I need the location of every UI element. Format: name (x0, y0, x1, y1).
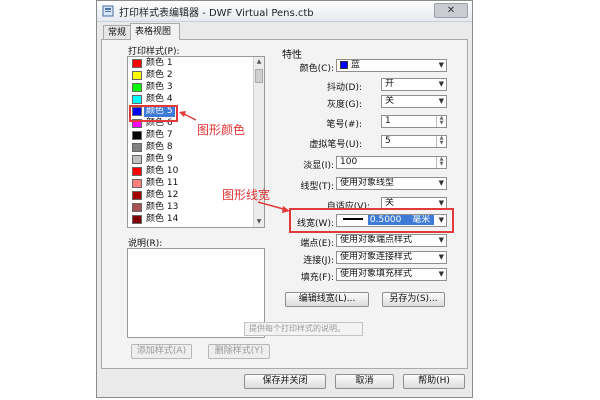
color-label: 颜色(C): (299, 64, 334, 74)
list-item-label: 颜色 12 (146, 190, 179, 200)
list-item[interactable]: 颜色 4 (128, 93, 264, 105)
chevron-down-icon: ▼ (438, 97, 444, 105)
color-dropdown[interactable]: 蓝 ▼ (336, 59, 447, 72)
pen-number-input[interactable]: 1 ▲ ▼ (381, 115, 447, 128)
list-item[interactable]: 颜色 1 (128, 57, 264, 69)
chevron-down-icon: ▼ (438, 61, 444, 69)
color-swatch (132, 131, 142, 140)
add-style-button[interactable]: 添加样式(A) (131, 344, 192, 359)
color-swatch (132, 143, 142, 152)
color-swatch (132, 179, 142, 188)
description-hint: 提供每个打印样式的说明。 (244, 322, 363, 336)
linetype-dropdown[interactable]: 使用对象线型 ▼ (336, 177, 447, 190)
fill-label: 填充(F): (300, 273, 334, 283)
list-item[interactable]: 颜色 9 (128, 153, 264, 165)
list-item-label: 颜色 8 (146, 142, 173, 152)
save-as-button[interactable]: 另存为(S)... (382, 292, 445, 307)
color-swatch (340, 61, 348, 69)
color-swatch (132, 95, 142, 104)
screening-label: 淡显(I): (303, 161, 334, 171)
window-title: 打印样式表编辑器 - DWF Virtual Pens.ctb (119, 8, 314, 19)
scroll-down-icon[interactable]: ▼ (254, 217, 264, 227)
virtual-pen-value: 5 (385, 136, 391, 146)
tab-general[interactable]: 常规 (103, 25, 131, 39)
color-swatch (132, 167, 142, 176)
cancel-button[interactable]: 取消 (335, 374, 394, 389)
color-swatch (132, 191, 142, 200)
chevron-down-icon: ▼ (438, 270, 444, 278)
screening-input[interactable]: 100 ▲ ▼ (336, 156, 447, 169)
chevron-down-icon: ▼ (438, 236, 444, 244)
spinner-icon[interactable]: ▲ ▼ (436, 157, 446, 168)
adaptive-value: 关 (385, 198, 395, 208)
close-icon: ✕ (446, 5, 456, 16)
chevron-down-icon: ▼ (438, 179, 444, 187)
tab-table-view-label: 表格视图 (135, 27, 172, 37)
endpoint-dropdown[interactable]: 使用对象端点样式 ▼ (336, 234, 447, 247)
list-item-label: 颜色 4 (146, 94, 173, 104)
list-item[interactable]: 颜色 2 (128, 69, 264, 81)
edit-lineweights-button[interactable]: 编辑线宽(L)... (285, 292, 369, 307)
chevron-down-icon: ▼ (438, 80, 444, 88)
title-bar: 打印样式表编辑器 - DWF Virtual Pens.ctb ✕ (97, 1, 472, 22)
linetype-label: 线型(T): (300, 182, 334, 192)
scroll-up-icon[interactable]: ▲ (254, 57, 264, 67)
list-item-label: 颜色 7 (146, 130, 173, 140)
pen-value: 1 (385, 116, 391, 126)
virtual-pen-input[interactable]: 5 ▲ ▼ (381, 135, 447, 148)
app-icon (102, 5, 114, 17)
fill-dropdown[interactable]: 使用对象填充样式 ▼ (336, 268, 447, 281)
color-swatch (132, 83, 142, 92)
list-item-label: 颜色 3 (146, 82, 173, 92)
dither-value: 开 (385, 79, 395, 89)
list-item-label: 颜色 14 (146, 214, 179, 224)
list-item-label: 颜色 11 (146, 178, 179, 188)
join-dropdown[interactable]: 使用对象连接样式 ▼ (336, 251, 447, 264)
dither-label: 抖动(D): (327, 83, 362, 93)
chevron-down-icon: ▼ (438, 253, 444, 261)
list-item[interactable]: 颜色 14 (128, 213, 264, 225)
color-swatch (132, 59, 142, 68)
tab-general-label: 常规 (108, 28, 127, 38)
lineweight-highlight-box (289, 208, 454, 233)
dither-dropdown[interactable]: 开 ▼ (381, 78, 447, 91)
screening-value: 100 (340, 157, 358, 167)
list-item-label: 颜色 13 (146, 202, 179, 212)
color-swatch (132, 71, 142, 80)
endpoint-label: 端点(E): (300, 239, 334, 249)
scroll-thumb[interactable] (255, 69, 263, 83)
graphic-lineweight-annotation: 图形线宽 (222, 188, 271, 202)
color-swatch (132, 203, 142, 212)
linetype-value: 使用对象线型 (340, 178, 395, 188)
help-button[interactable]: 帮助(H) (403, 374, 465, 389)
close-button[interactable]: ✕ (434, 3, 468, 18)
pen-label: 笔号(#): (326, 120, 362, 130)
delete-style-button[interactable]: 删除样式(Y) (208, 344, 270, 359)
tab-table-view[interactable]: 表格视图 (130, 23, 180, 40)
grayscale-value: 关 (385, 96, 395, 106)
color-swatch (132, 215, 142, 224)
endpoint-value: 使用对象端点样式 (340, 235, 413, 245)
join-value: 使用对象连接样式 (340, 252, 413, 262)
graphic-color-annotation: 图形颜色 (197, 123, 246, 137)
grayscale-label: 灰度(G): (326, 100, 362, 110)
list-item[interactable]: 颜色 3 (128, 81, 264, 93)
properties-title: 特性 (282, 50, 302, 61)
virtual-pen-label: 虚拟笔号(U): (309, 140, 362, 150)
color-swatch (132, 155, 142, 164)
join-label: 连接(J): (303, 256, 334, 266)
list-item[interactable]: 颜色 10 (128, 165, 264, 177)
list-item-label: 颜色 9 (146, 154, 173, 164)
save-and-close-button[interactable]: 保存并关闭 (244, 374, 326, 389)
list-item[interactable]: 颜色 8 (128, 141, 264, 153)
color-value: 蓝 (350, 60, 360, 70)
list-item-label: 颜色 2 (146, 70, 173, 80)
fill-value: 使用对象填充样式 (340, 269, 413, 279)
grayscale-dropdown[interactable]: 关 ▼ (381, 95, 447, 108)
list-item-label: 颜色 10 (146, 166, 179, 176)
list-item-label: 颜色 1 (146, 58, 173, 68)
spinner-icon[interactable]: ▲ ▼ (436, 116, 446, 127)
spinner-icon[interactable]: ▲ ▼ (436, 136, 446, 147)
graphic-color-highlight-box (129, 105, 178, 122)
